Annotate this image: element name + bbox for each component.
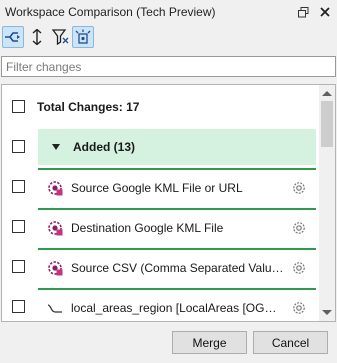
feature-type-icon <box>46 299 64 317</box>
checkbox-total[interactable] <box>12 100 25 113</box>
change-item-card[interactable]: local_areas_region [LocalAreas [OGCK... <box>38 288 316 321</box>
change-item-label: Destination Google KML File <box>71 220 224 235</box>
change-item-label: Source Google KML File or URL <box>71 180 243 195</box>
float-icon[interactable] <box>294 3 312 21</box>
compare-flow-button[interactable] <box>2 26 24 48</box>
cancel-button[interactable]: Cancel <box>253 331 328 354</box>
scroll-down-icon[interactable] <box>322 310 332 315</box>
changes-list: Total Changes: 17 Added (13) Source Goog… <box>1 84 336 322</box>
scroll-thumb[interactable] <box>321 101 333 147</box>
toolbar <box>0 24 337 52</box>
checkbox-item[interactable] <box>12 220 25 233</box>
change-item-card[interactable]: Source CSV (Comma Separated Value) ... <box>38 248 316 285</box>
close-icon[interactable] <box>316 3 334 21</box>
checkbox-item[interactable] <box>12 260 25 273</box>
gear-icon[interactable] <box>290 259 308 277</box>
list-item: local_areas_region [LocalAreas [OGCK... <box>2 287 320 321</box>
list-item: Destination Google KML File <box>2 207 320 247</box>
total-changes-label: Total Changes: 17 <box>37 100 140 114</box>
group-added-label: Added (13) <box>73 140 136 154</box>
filter-input[interactable] <box>1 56 336 77</box>
vertical-scrollbar[interactable] <box>319 85 335 321</box>
change-item-card[interactable]: Source Google KML File or URL <box>38 168 316 205</box>
merge-button[interactable]: Merge <box>172 331 247 354</box>
fme-parameter-icon <box>46 219 64 237</box>
select-target-icon <box>74 29 92 45</box>
checkbox-group-added[interactable] <box>12 140 25 153</box>
sort-vertical-icon <box>30 29 44 45</box>
total-changes-row: Total Changes: 17 <box>2 87 320 127</box>
group-added-header[interactable]: Added (13) <box>38 129 316 165</box>
group-added-row: Added (13) <box>2 127 320 167</box>
list-item: Source CSV (Comma Separated Value) ... <box>2 247 320 287</box>
select-target-button[interactable] <box>72 26 94 48</box>
title-bar: Workspace Comparison (Tech Preview) <box>0 0 337 24</box>
gear-icon[interactable] <box>290 299 308 317</box>
filter-icon <box>51 29 69 45</box>
window-title: Workspace Comparison (Tech Preview) <box>5 5 216 19</box>
change-item-card[interactable]: Destination Google KML File <box>38 208 316 245</box>
checkbox-item[interactable] <box>12 180 25 193</box>
change-item-label: local_areas_region [LocalAreas [OGCK... <box>71 300 284 315</box>
change-item-label: Source CSV (Comma Separated Value) ... <box>71 260 284 275</box>
gear-icon[interactable] <box>290 179 308 197</box>
expand-arrow-icon[interactable] <box>52 144 60 150</box>
filter-button[interactable] <box>49 26 71 48</box>
sort-vertical-button[interactable] <box>26 26 48 48</box>
checkbox-item[interactable] <box>12 300 25 313</box>
scroll-up-icon[interactable] <box>322 91 332 96</box>
compare-flow-icon <box>4 30 22 44</box>
fme-parameter-icon <box>46 179 64 197</box>
gear-icon[interactable] <box>290 219 308 237</box>
fme-parameter-icon <box>46 259 64 277</box>
list-item: Source Google KML File or URL <box>2 167 320 207</box>
